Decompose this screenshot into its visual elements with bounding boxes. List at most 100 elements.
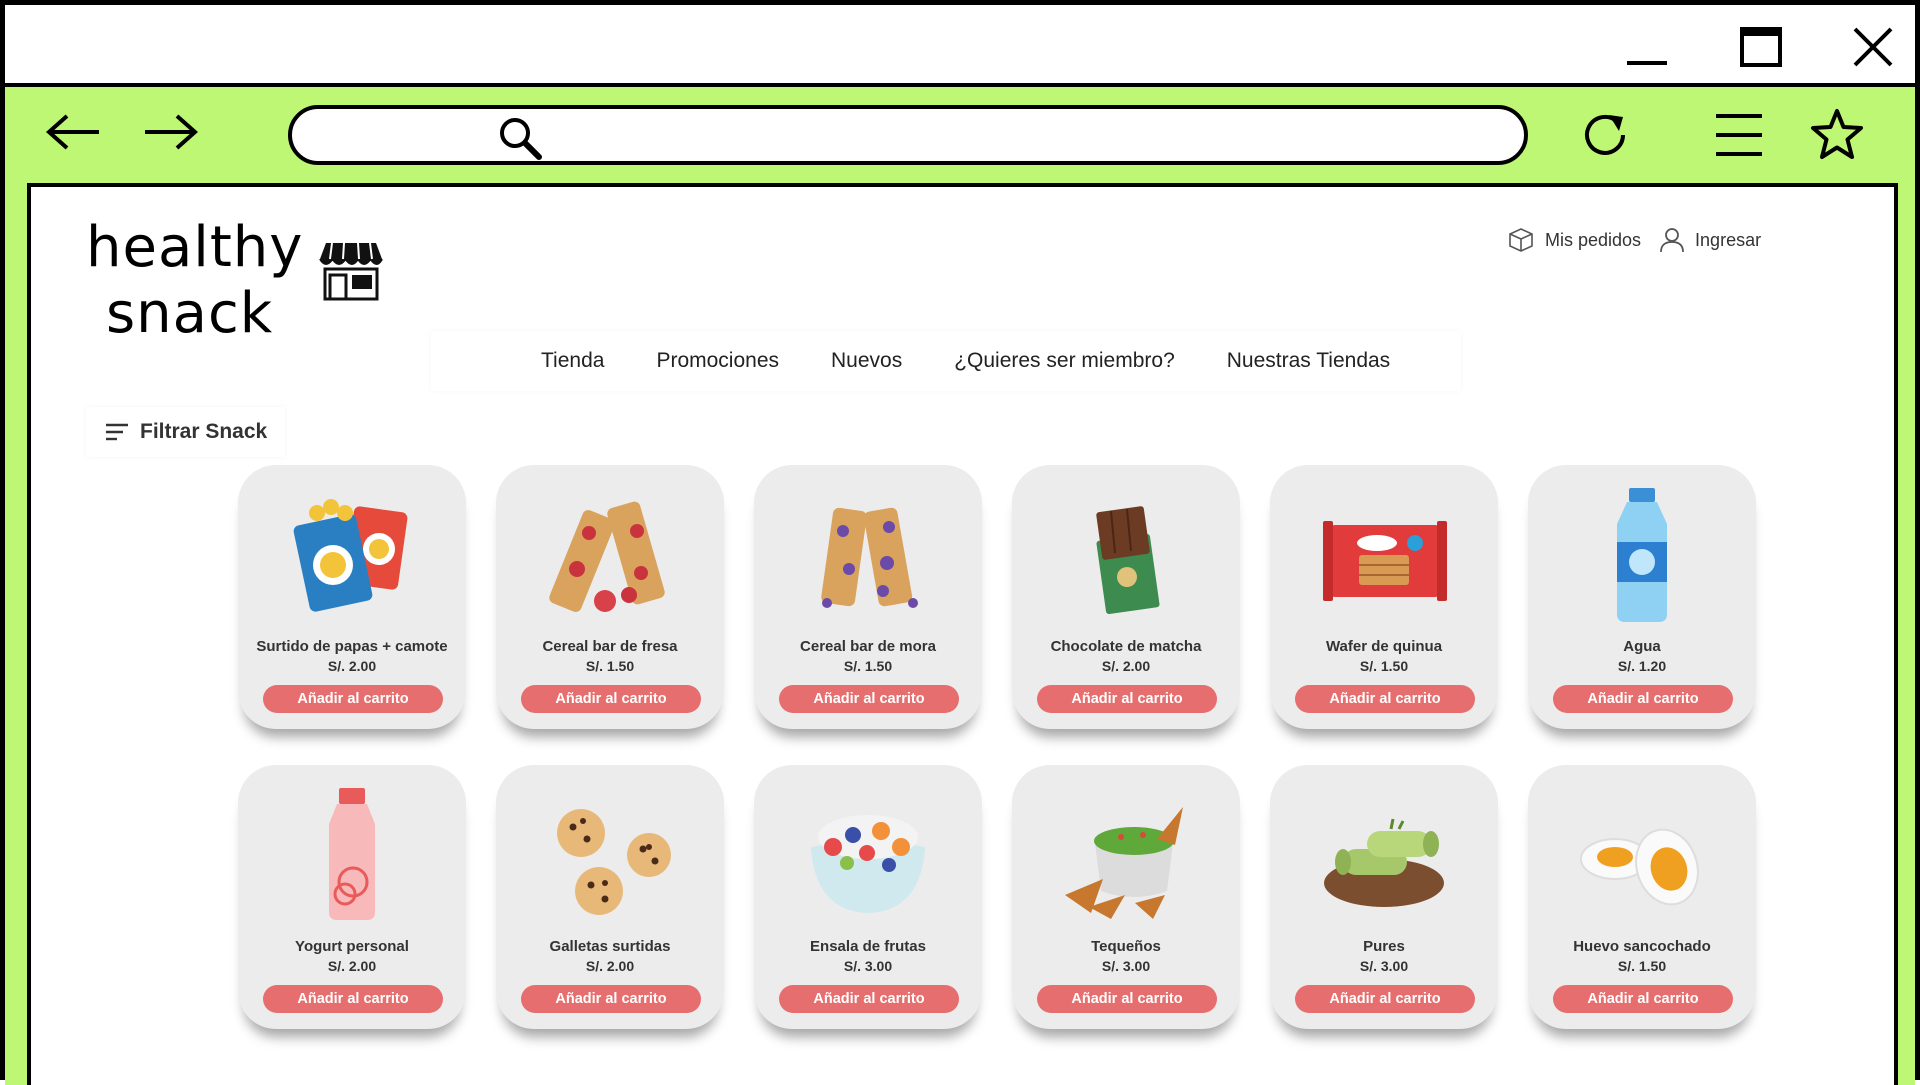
logo-text-line2: snack: [106, 281, 274, 346]
minimize-button[interactable]: [1617, 19, 1677, 75]
product-name: Galletas surtidas: [549, 938, 671, 955]
product-name: Wafer de quinua: [1325, 638, 1443, 655]
product-card: Pures S/. 3.00 Añadir al carrito: [1270, 765, 1498, 1029]
product-card: Ensala de frutas S/. 3.00 Añadir al carr…: [754, 765, 982, 1029]
menu-button[interactable]: [1707, 105, 1771, 165]
frame-left: [5, 187, 27, 1085]
forward-button[interactable]: [139, 107, 203, 157]
add-to-cart-button[interactable]: Añadir al carrito: [521, 685, 701, 713]
product-name: Pures: [1363, 938, 1405, 955]
filter-label: Filtrar Snack: [140, 420, 268, 443]
add-to-cart-button[interactable]: Añadir al carrito: [1553, 685, 1733, 713]
web-page: healthy snack Mis pedidos Ingresar Tiend…: [27, 183, 1898, 1085]
store-icon: [318, 239, 384, 308]
filter-button[interactable]: Filtrar Snack: [86, 407, 286, 457]
add-to-cart-button[interactable]: Añadir al carrito: [779, 985, 959, 1013]
nachos-icon: [1046, 781, 1206, 931]
nav-tab-tienda[interactable]: Tienda: [431, 349, 630, 373]
add-to-cart-button[interactable]: Añadir al carrito: [263, 985, 443, 1013]
product-price: S/. 2.00: [327, 958, 377, 974]
strawberry-bar-icon: [530, 481, 690, 631]
product-price: S/. 1.50: [585, 658, 635, 674]
product-card: Surtido de papas + camote S/. 2.00 Añadi…: [238, 465, 466, 729]
nav-tab-promociones[interactable]: Promociones: [630, 349, 805, 373]
product-card: Huevo sancochado S/. 1.50 Añadir al carr…: [1528, 765, 1756, 1029]
my-orders-link[interactable]: Mis pedidos: [1507, 226, 1641, 254]
cookies-icon: [530, 781, 690, 931]
login-link[interactable]: Ingresar: [1659, 226, 1761, 254]
product-price: S/. 2.00: [585, 958, 635, 974]
close-button[interactable]: [1843, 19, 1903, 75]
rolls-icon: [1304, 781, 1464, 931]
bookmark-button[interactable]: [1805, 105, 1869, 165]
product-price: S/. 1.50: [843, 658, 893, 674]
search-input[interactable]: [522, 117, 1476, 155]
chips-icon: [272, 481, 432, 631]
logo-text-line1: healthy: [86, 215, 304, 280]
product-card: Tequeños S/. 3.00 Añadir al carrito: [1012, 765, 1240, 1029]
maximize-button[interactable]: [1731, 19, 1791, 75]
nav-tab-stores[interactable]: Nuestras Tiendas: [1201, 349, 1416, 373]
reload-button[interactable]: [1573, 105, 1637, 165]
blackberry-bar-icon: [788, 481, 948, 631]
title-bar: [5, 5, 1915, 87]
product-card: Wafer de quinua S/. 1.50 Añadir al carri…: [1270, 465, 1498, 729]
product-name: Chocolate de matcha: [1050, 638, 1202, 655]
product-price: S/. 1.50: [1359, 658, 1409, 674]
address-bar[interactable]: [288, 105, 1528, 165]
add-to-cart-button[interactable]: Añadir al carrito: [521, 985, 701, 1013]
product-card: Cereal bar de fresa S/. 1.50 Añadir al c…: [496, 465, 724, 729]
package-icon: [1509, 228, 1533, 252]
fruit-salad-icon: [788, 781, 948, 931]
add-to-cart-button[interactable]: Añadir al carrito: [263, 685, 443, 713]
product-card: Chocolate de matcha S/. 2.00 Añadir al c…: [1012, 465, 1240, 729]
add-to-cart-button[interactable]: Añadir al carrito: [1295, 985, 1475, 1013]
add-to-cart-button[interactable]: Añadir al carrito: [1553, 985, 1733, 1013]
back-arrow-icon: [45, 114, 99, 150]
product-name: Ensala de frutas: [810, 938, 926, 955]
filter-icon: [106, 423, 128, 441]
product-price: S/. 2.00: [1101, 658, 1151, 674]
menu-icon: [1716, 114, 1762, 156]
forward-arrow-icon: [145, 114, 199, 150]
product-name: Huevo sancochado: [1573, 938, 1711, 955]
add-to-cart-button[interactable]: Añadir al carrito: [1037, 985, 1217, 1013]
yogurt-icon: [272, 781, 432, 931]
product-price: S/. 3.00: [843, 958, 893, 974]
product-name: Tequeños: [1091, 938, 1161, 955]
product-name: Cereal bar de mora: [800, 638, 936, 655]
product-price: S/. 1.50: [1617, 958, 1667, 974]
header-links: Mis pedidos Ingresar: [1507, 217, 1827, 263]
chocolate-icon: [1046, 481, 1206, 631]
product-price: S/. 1.20: [1617, 658, 1667, 674]
main-nav: Tienda Promociones Nuevos ¿Quieres ser m…: [431, 331, 1461, 391]
product-name: Yogurt personal: [295, 938, 409, 955]
my-orders-label: Mis pedidos: [1545, 229, 1642, 250]
product-price: S/. 3.00: [1359, 958, 1409, 974]
user-icon: [1660, 228, 1684, 253]
wafer-icon: [1304, 481, 1464, 631]
browser-toolbar: [5, 87, 1915, 187]
product-name: Agua: [1623, 638, 1661, 655]
login-label: Ingresar: [1695, 229, 1762, 250]
minimize-icon: [1627, 61, 1667, 65]
close-icon: [1853, 27, 1893, 67]
add-to-cart-button[interactable]: Añadir al carrito: [1295, 685, 1475, 713]
add-to-cart-button[interactable]: Añadir al carrito: [1037, 685, 1217, 713]
site-logo[interactable]: healthy snack: [86, 215, 383, 346]
product-card: Agua S/. 1.20 Añadir al carrito: [1528, 465, 1756, 729]
frame-right: [1898, 187, 1915, 1085]
maximize-icon: [1740, 27, 1782, 67]
product-name: Surtido de papas + camote: [256, 638, 448, 655]
product-card: Yogurt personal S/. 2.00 Añadir al carri…: [238, 765, 466, 1029]
product-card: Cereal bar de mora S/. 1.50 Añadir al ca…: [754, 465, 982, 729]
browser-window: healthy snack Mis pedidos Ingresar Tiend…: [0, 0, 1920, 1085]
product-price: S/. 3.00: [1101, 958, 1151, 974]
reload-icon: [1585, 114, 1625, 155]
add-to-cart-button[interactable]: Añadir al carrito: [779, 685, 959, 713]
back-button[interactable]: [41, 107, 105, 157]
product-price: S/. 2.00: [327, 658, 377, 674]
nav-tab-membership[interactable]: ¿Quieres ser miembro?: [928, 349, 1201, 373]
product-name: Cereal bar de fresa: [542, 638, 678, 655]
nav-tab-nuevos[interactable]: Nuevos: [805, 349, 928, 373]
